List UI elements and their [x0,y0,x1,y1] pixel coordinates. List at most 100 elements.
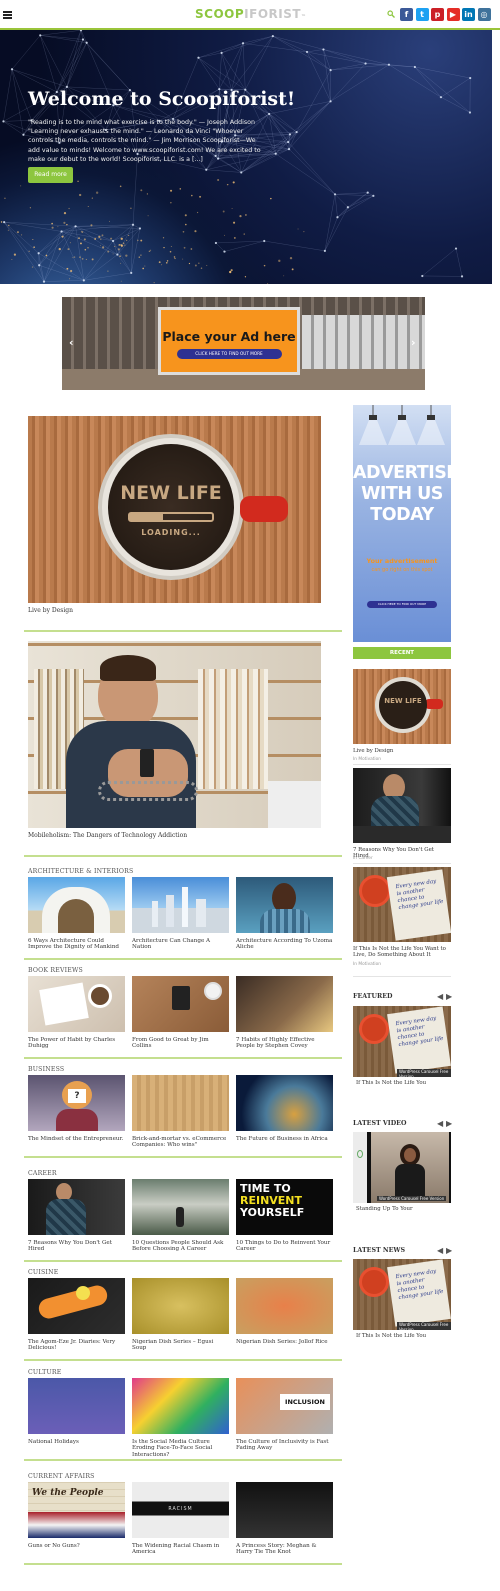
category-thumb[interactable] [132,1378,229,1434]
category-thumb[interactable] [28,1278,125,1334]
recent-thumb-live-by-design[interactable]: NEW LIFE [353,669,451,744]
recent-title[interactable]: Live by Design [353,748,451,754]
divider [353,976,451,977]
category-thumb[interactable] [236,976,333,1032]
category-post-title[interactable]: The Culture of Inclusivity is Fast Fadin… [236,1439,333,1452]
category-thumb[interactable] [28,1378,125,1434]
recent-thumb-hired[interactable] [353,768,451,843]
category-post-title[interactable]: The Mindset of the Entrepreneur. [28,1136,125,1142]
category-heading[interactable]: ARCHITECTURE & INTERIORS [28,868,133,875]
shop-shelves [302,315,425,370]
sidebar-ad-headline: ADVERTISE WITH US TODAY [353,463,451,526]
post-image-mobileholism[interactable] [28,641,321,828]
category-post-title[interactable]: 7 Habits of Highly Effective People by S… [236,1037,333,1050]
divider [24,958,342,960]
video-prev-icon[interactable]: ◀ [437,1119,443,1128]
category-thumb[interactable] [28,877,125,933]
youtube-icon[interactable]: ▶ [446,8,460,21]
sidebar-ad[interactable]: ADVERTISE WITH US TODAY Your advertiseme… [353,405,451,642]
news-prev-icon[interactable]: ◀ [437,1246,443,1255]
twitter-icon[interactable]: t [415,8,429,21]
category-thumb[interactable] [132,1075,229,1131]
carousel-watermark: WordPress Carousel Free Version [397,1322,451,1330]
category-post-title[interactable]: A Princess Story: Meghan & Harry Tie The… [236,1543,333,1556]
category-post-title[interactable]: Architecture According To Uzoma Aliche [236,938,333,951]
category-thumb[interactable] [132,1278,229,1334]
category-heading[interactable]: CURRENT AFFAIRS [28,1473,95,1480]
video-caption[interactable]: Standing Up To Your [356,1206,454,1212]
category-heading[interactable]: BUSINESS [28,1066,64,1073]
category-post-title[interactable]: National Holidays [28,1439,125,1445]
ad-find-out-more-button[interactable]: CLICK HERE TO FIND OUT MORE [176,349,282,359]
ad-banner-carousel[interactable]: Place your Ad here CLICK HERE TO FIND OU… [62,297,425,390]
category-heading[interactable]: BOOK REVIEWS [28,967,83,974]
post-title-live-by-design[interactable]: Live by Design [28,607,73,614]
linkedin-icon[interactable]: in [462,8,475,21]
read-more-button[interactable]: Read more [28,167,73,183]
category-post-title[interactable]: The Future of Business in Africa [236,1136,333,1142]
latest-news-image[interactable]: Every new day is another chance to chang… [353,1259,451,1330]
category-post-title[interactable]: Brick-and-mortar vs. eCommerce Companies… [132,1136,229,1149]
site-logo[interactable]: SCOOPIFORIST™ [195,7,307,21]
category-thumb[interactable]: We the People [28,1482,125,1538]
search-icon[interactable] [387,10,395,21]
mug-text-new-life: NEW LIFE [120,482,222,504]
post-title-mobileholism[interactable]: Mobileholism: The Dangers of Technology … [28,832,187,839]
category-post-title[interactable]: 7 Reasons Why You Don't Get Hired [28,1240,125,1253]
category-post-title[interactable]: Nigerian Dish Series – Egusi Soup [132,1339,229,1352]
carousel-prev-icon[interactable]: ‹ [69,336,74,349]
carousel-next-icon[interactable]: › [411,336,416,349]
category-post-title[interactable]: Guns or No Guns? [28,1543,125,1549]
hero-title[interactable]: Welcome to Scoopiforist! [28,88,295,110]
category-thumb[interactable] [236,1075,333,1131]
featured-caption[interactable]: If This Is Not the Life You [356,1080,454,1086]
category-heading[interactable]: CUISINE [28,1269,58,1276]
category-heading[interactable]: CAREER [28,1170,57,1177]
post-image-live-by-design[interactable]: NEW LIFE LOADING... [28,416,321,603]
category-thumb[interactable] [28,1179,125,1235]
category-thumb[interactable] [132,877,229,933]
category-thumb[interactable] [132,1179,229,1235]
featured-prev-icon[interactable]: ◀ [437,992,443,1001]
ad-line: WITH US [361,484,443,504]
category-thumb[interactable]: INCLUSION [236,1378,333,1434]
category-post-title[interactable]: 10 Things to Do to Reinvent Your Career [236,1240,333,1253]
category-heading[interactable]: CULTURE [28,1369,61,1376]
category-post-title[interactable]: Nigerian Dish Series: Jollof Rice [236,1339,333,1345]
category-post-title[interactable]: From Good to Great by Jim Collins [132,1037,229,1050]
sidebar-ad-button[interactable]: CLICK HERE TO FIND OUT MORE [367,601,437,608]
category-thumb[interactable] [236,877,333,933]
sidebar-ad-subtitle: Your advertisement [366,557,438,565]
featured-next-icon[interactable]: ▶ [446,992,452,1001]
recent-thumb-life-you-want[interactable]: Every new day is another chance to chang… [353,867,451,942]
recent-title[interactable]: If This Is Not the Life You Want to Live… [353,946,451,959]
category-thumb[interactable]: ? [28,1075,125,1131]
mug-text: NEW LIFE [384,697,422,705]
latest-video-player[interactable]: WordPress Carousel Free Version [353,1132,451,1203]
category-post-title[interactable]: 10 Questions People Should Ask Before Ch… [132,1240,229,1253]
category-thumb[interactable] [236,1482,333,1538]
ad-sign: Place your Ad here CLICK HERE TO FIND OU… [158,307,300,375]
divider [24,1156,342,1158]
category-post-title[interactable]: Architecture Can Change A Nation [132,938,229,951]
category-thumb[interactable] [28,976,125,1032]
news-caption[interactable]: If This Is Not the Life You [356,1333,454,1339]
divider [24,1057,342,1059]
category-thumb[interactable]: RACISM [132,1482,229,1538]
category-post-title[interactable]: The Widening Racial Chasm in America [132,1543,229,1556]
category-thumb[interactable] [132,976,229,1032]
facebook-icon[interactable]: f [400,8,413,21]
featured-slide-image[interactable]: Every new day is another chance to chang… [353,1006,451,1077]
category-post-title[interactable]: The Agom-Eze Jr. Diaries: Very Delicious… [28,1339,125,1352]
pinterest-icon[interactable]: p [431,8,444,21]
divider [24,1359,342,1361]
instagram-icon[interactable]: ◎ [477,8,491,21]
category-post-title[interactable]: 6 Ways Architecture Could Improve the Di… [28,938,125,951]
category-post-title[interactable]: The Power of Habit by Charles Duhigg [28,1037,125,1050]
category-post-title[interactable]: Is the Social Media Culture Eroding Face… [132,1439,229,1458]
video-next-icon[interactable]: ▶ [446,1119,452,1128]
category-thumb[interactable]: TIME TO REINVENT YOURSELF [236,1179,333,1235]
news-next-icon[interactable]: ▶ [446,1246,452,1255]
category-thumb[interactable] [236,1278,333,1334]
hamburger-menu-icon[interactable] [3,11,12,20]
